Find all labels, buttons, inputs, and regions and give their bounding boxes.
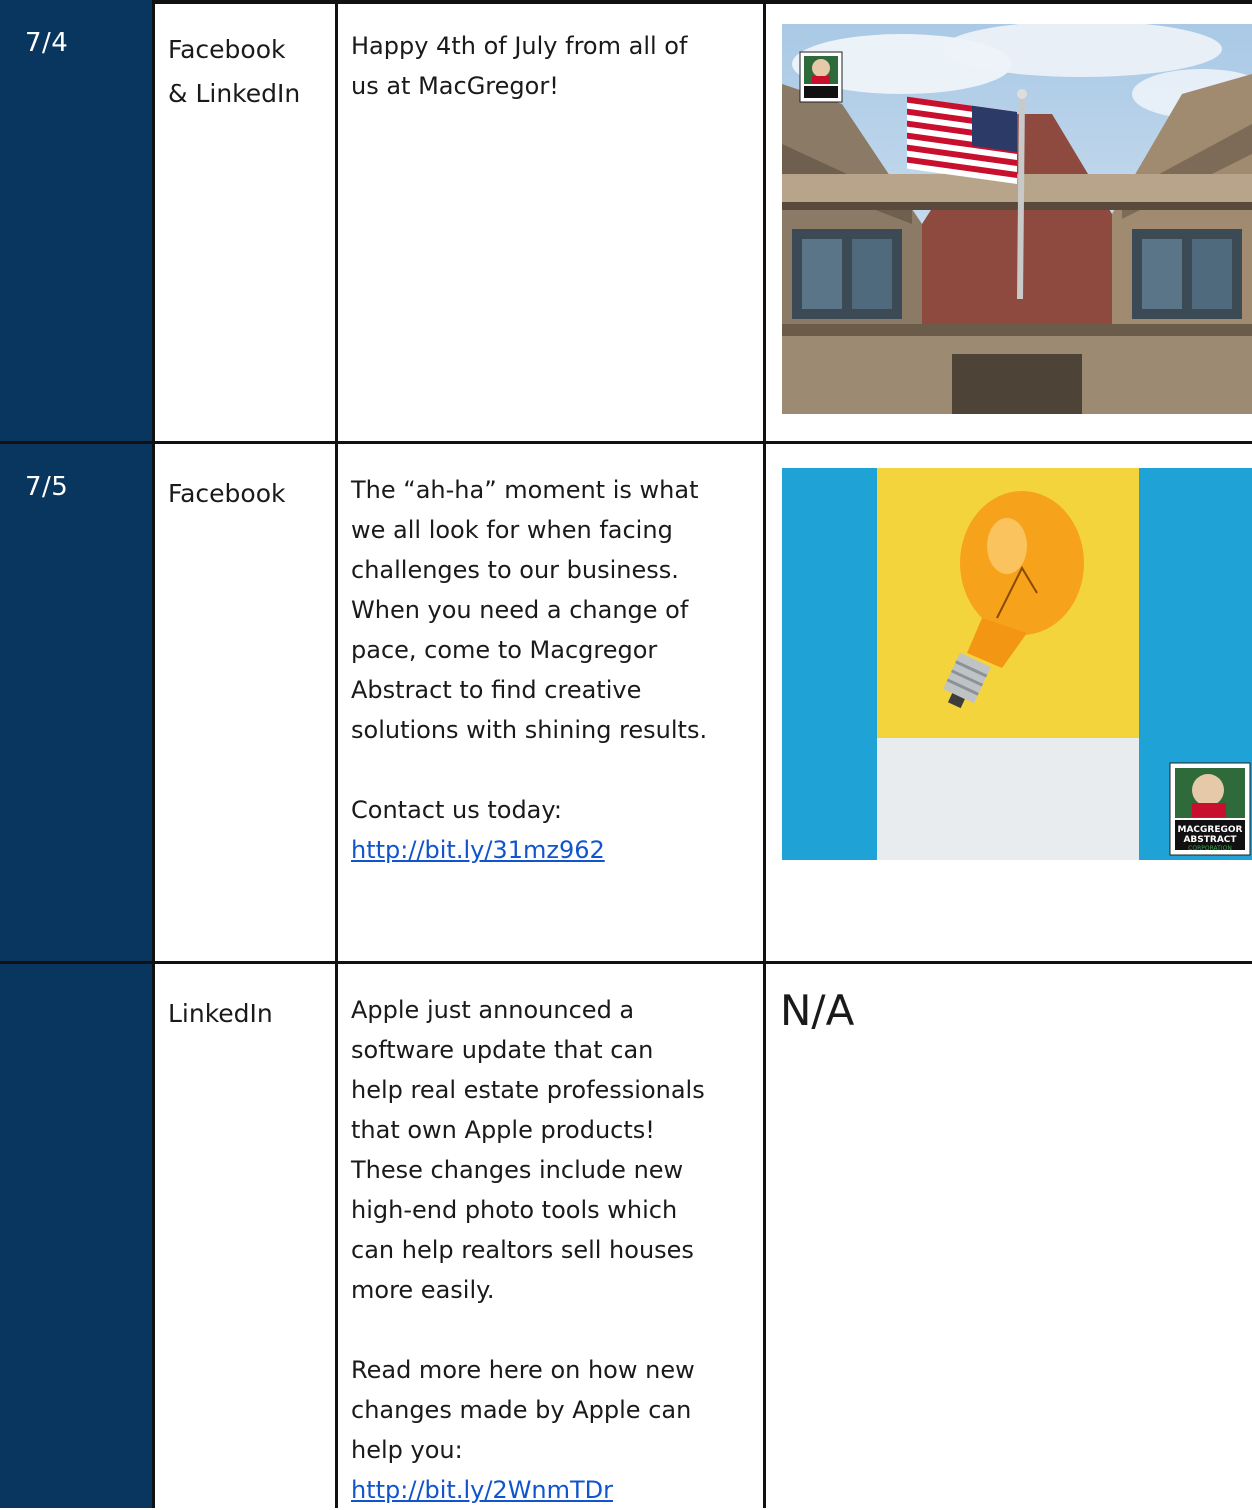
- platform-cell: Facebook: [155, 444, 338, 964]
- date-label: 7/5: [25, 472, 69, 502]
- read-more-line: help you:: [351, 1436, 463, 1464]
- contact-label: Contact us today:: [351, 796, 562, 824]
- post-line: When you need a change of: [351, 596, 689, 624]
- date-label: 7/4: [25, 28, 69, 58]
- post-copy: Happy 4th of July from all of us at MacG…: [351, 26, 751, 106]
- post-line: can help realtors sell houses: [351, 1236, 694, 1264]
- read-more-link[interactable]: http://bit.ly/2WnmTDr: [351, 1476, 613, 1504]
- post-line: us at MacGregor!: [351, 72, 559, 100]
- post-line: solutions with shining results.: [351, 716, 708, 744]
- post-line: Abstract to find creative: [351, 676, 642, 704]
- svg-text:CORPORATION: CORPORATION: [1188, 845, 1232, 852]
- post-line: that own Apple products!: [351, 1116, 655, 1144]
- macgregor-logo-icon: MACGREGOR ABSTRACT CORPORATION: [1169, 762, 1251, 856]
- svg-text:MACGREGOR: MACGREGOR: [1178, 825, 1243, 835]
- read-more-line: Read more here on how new: [351, 1356, 695, 1384]
- post-line: more easily.: [351, 1276, 495, 1304]
- post-copy: The “ah-ha” moment is what we all look f…: [351, 470, 751, 870]
- post-line: high-end photo tools which: [351, 1196, 678, 1224]
- contact-link[interactable]: http://bit.ly/31mz962: [351, 836, 605, 864]
- post-copy-cell: Apple just announced a software update t…: [338, 964, 766, 1508]
- post-copy: Apple just announced a software update t…: [351, 990, 751, 1510]
- post-line: software update that can: [351, 1036, 654, 1064]
- platform-line: & LinkedIn: [168, 79, 301, 108]
- platform-label: LinkedIn: [168, 992, 333, 1036]
- date-cell: 7/5: [0, 444, 155, 964]
- macgregor-logo-icon: [799, 51, 843, 103]
- svg-text:ABSTRACT: ABSTRACT: [1183, 835, 1237, 845]
- post-line: pace, come to Macgregor: [351, 636, 658, 664]
- media-cell: [766, 0, 1252, 441]
- platform-line: Facebook: [168, 479, 286, 508]
- post-copy-cell: The “ah-ha” moment is what we all look f…: [338, 444, 766, 964]
- platform-cell: Facebook & LinkedIn: [155, 0, 338, 441]
- post-line: we all look for when facing: [351, 516, 673, 544]
- media-cell: N/A: [766, 964, 1252, 1508]
- date-cell: [0, 964, 155, 1508]
- read-more-line: changes made by Apple can: [351, 1396, 692, 1424]
- photo-lightbulb: MACGREGOR ABSTRACT CORPORATION: [782, 468, 1252, 860]
- post-line: The “ah-ha” moment is what: [351, 476, 699, 504]
- platform-label: Facebook & LinkedIn: [168, 28, 333, 116]
- platform-label: Facebook: [168, 472, 333, 516]
- photo-flag-building: [782, 24, 1252, 414]
- platform-cell: LinkedIn: [155, 964, 338, 1508]
- post-line: challenges to our business.: [351, 556, 679, 584]
- post-line: These changes include new: [351, 1156, 684, 1184]
- platform-line: LinkedIn: [168, 999, 273, 1028]
- table-row: LinkedIn Apple just announced a software…: [0, 961, 1252, 1508]
- table-row: 7/5 Facebook The “ah-ha” moment is what …: [0, 441, 1252, 964]
- post-line: Apple just announced a: [351, 996, 635, 1024]
- content-calendar-table: 7/4 Facebook & LinkedIn Happy 4th of Jul…: [0, 0, 1252, 1508]
- post-line: Happy 4th of July from all of: [351, 32, 688, 60]
- platform-line: Facebook: [168, 35, 286, 64]
- post-copy-cell: Happy 4th of July from all of us at MacG…: [338, 0, 766, 441]
- date-cell: 7/4: [0, 0, 155, 441]
- no-media-label: N/A: [780, 986, 855, 1035]
- media-cell: MACGREGOR ABSTRACT CORPORATION: [766, 444, 1252, 964]
- post-line: help real estate professionals: [351, 1076, 705, 1104]
- table-row: 7/4 Facebook & LinkedIn Happy 4th of Jul…: [0, 0, 1252, 441]
